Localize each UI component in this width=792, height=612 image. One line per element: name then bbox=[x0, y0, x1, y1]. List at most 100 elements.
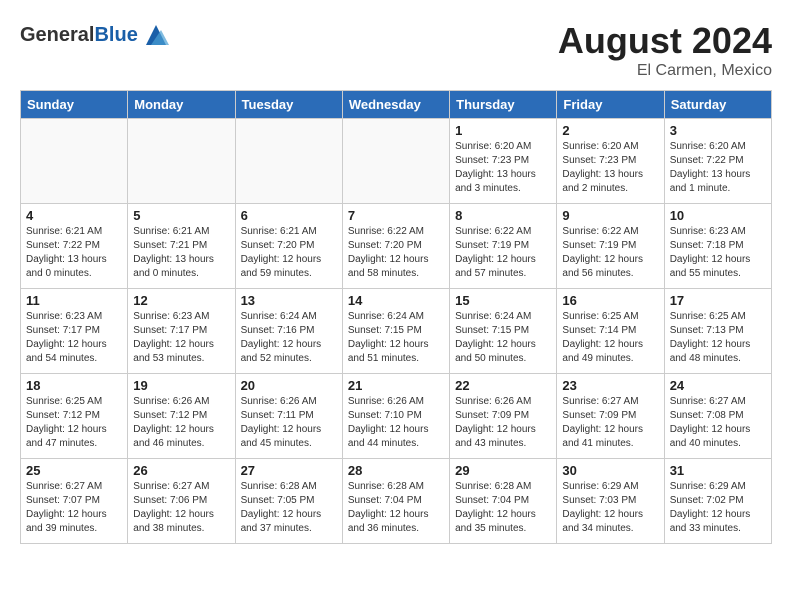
day-info: Sunrise: 6:23 AM Sunset: 7:17 PM Dayligh… bbox=[26, 310, 122, 366]
day-number: 19 bbox=[133, 378, 229, 393]
day-number: 28 bbox=[348, 463, 444, 478]
day-number: 30 bbox=[562, 463, 658, 478]
calendar-week-3: 11 Sunrise: 6:23 AM Sunset: 7:17 PM Dayli… bbox=[21, 289, 772, 374]
calendar-cell: 15 Sunrise: 6:24 AM Sunset: 7:15 PM Dayli… bbox=[450, 289, 557, 374]
day-number: 1 bbox=[455, 123, 551, 138]
calendar-cell: 14Sunrise: 6:24 AM Sunset: 7:15 PM Dayli… bbox=[342, 289, 449, 374]
day-number: 13 bbox=[241, 293, 337, 308]
calendar-cell: 29Sunrise: 6:28 AM Sunset: 7:04 PM Dayli… bbox=[450, 459, 557, 544]
weekday-header-wednesday: Wednesday bbox=[342, 91, 449, 119]
weekday-header-thursday: Thursday bbox=[450, 91, 557, 119]
calendar-cell: 10 Sunrise: 6:23 AM Sunset: 7:18 PM Dayli… bbox=[664, 204, 771, 289]
calendar-week-5: 25 Sunrise: 6:27 AM Sunset: 7:07 PM Dayli… bbox=[21, 459, 772, 544]
day-number: 14 bbox=[348, 293, 444, 308]
day-number: 23 bbox=[562, 378, 658, 393]
calendar-header-row: SundayMondayTuesdayWednesdayThursdayFrid… bbox=[21, 91, 772, 119]
day-info: Sunrise: 6:28 AM Sunset: 7:04 PM Dayligh… bbox=[348, 480, 444, 536]
day-info: Sunrise: 6:20 AM Sunset: 7:22 PM Dayligh… bbox=[670, 140, 766, 196]
day-number: 20 bbox=[241, 378, 337, 393]
calendar-cell: 21 Sunrise: 6:26 AM Sunset: 7:10 PM Dayli… bbox=[342, 374, 449, 459]
day-number: 8 bbox=[455, 208, 551, 223]
weekday-header-sunday: Sunday bbox=[21, 91, 128, 119]
day-number: 11 bbox=[26, 293, 122, 308]
day-number: 12 bbox=[133, 293, 229, 308]
day-info: Sunrise: 6:22 AM Sunset: 7:19 PM Dayligh… bbox=[562, 225, 658, 281]
day-info: Sunrise: 6:26 AM Sunset: 7:10 PM Dayligh… bbox=[348, 395, 444, 451]
day-number: 21 bbox=[348, 378, 444, 393]
weekday-header-monday: Monday bbox=[128, 91, 235, 119]
day-info: Sunrise: 6:21 AM Sunset: 7:20 PM Dayligh… bbox=[241, 225, 337, 281]
calendar-table: SundayMondayTuesdayWednesdayThursdayFrid… bbox=[20, 90, 772, 544]
day-info: Sunrise: 6:21 AM Sunset: 7:22 PM Dayligh… bbox=[26, 225, 122, 281]
calendar-cell: 8 Sunrise: 6:22 AM Sunset: 7:19 PM Daylig… bbox=[450, 204, 557, 289]
logo-general: General bbox=[20, 24, 94, 46]
calendar-cell: 28 Sunrise: 6:28 AM Sunset: 7:04 PM Dayli… bbox=[342, 459, 449, 544]
day-info: Sunrise: 6:24 AM Sunset: 7:15 PM Dayligh… bbox=[455, 310, 551, 366]
day-number: 6 bbox=[241, 208, 337, 223]
day-number: 22 bbox=[455, 378, 551, 393]
day-number: 4 bbox=[26, 208, 122, 223]
calendar-week-2: 4 Sunrise: 6:21 AM Sunset: 7:22 PM Daylig… bbox=[21, 204, 772, 289]
calendar-cell: 1 Sunrise: 6:20 AM Sunset: 7:23 PM Daylig… bbox=[450, 119, 557, 204]
day-number: 2 bbox=[562, 123, 658, 138]
weekday-header-saturday: Saturday bbox=[664, 91, 771, 119]
calendar-cell: 18Sunrise: 6:25 AM Sunset: 7:12 PM Dayli… bbox=[21, 374, 128, 459]
calendar-cell: 4 Sunrise: 6:21 AM Sunset: 7:22 PM Daylig… bbox=[21, 204, 128, 289]
logo: GeneralBlue bbox=[20, 20, 171, 50]
day-number: 10 bbox=[670, 208, 766, 223]
calendar-cell: 7 Sunrise: 6:22 AM Sunset: 7:20 PM Daylig… bbox=[342, 204, 449, 289]
day-info: Sunrise: 6:27 AM Sunset: 7:07 PM Dayligh… bbox=[26, 480, 122, 536]
day-info: Sunrise: 6:25 AM Sunset: 7:13 PM Dayligh… bbox=[670, 310, 766, 366]
day-number: 3 bbox=[670, 123, 766, 138]
page-header: GeneralBlue August 2024 El Carmen, Mexic… bbox=[20, 20, 772, 80]
day-info: Sunrise: 6:26 AM Sunset: 7:12 PM Dayligh… bbox=[133, 395, 229, 451]
day-info: Sunrise: 6:28 AM Sunset: 7:05 PM Dayligh… bbox=[241, 480, 337, 536]
calendar-cell: 25 Sunrise: 6:27 AM Sunset: 7:07 PM Dayli… bbox=[21, 459, 128, 544]
day-info: Sunrise: 6:22 AM Sunset: 7:19 PM Dayligh… bbox=[455, 225, 551, 281]
day-number: 27 bbox=[241, 463, 337, 478]
day-info: Sunrise: 6:25 AM Sunset: 7:12 PM Dayligh… bbox=[26, 395, 122, 451]
calendar-cell: 11 Sunrise: 6:23 AM Sunset: 7:17 PM Dayli… bbox=[21, 289, 128, 374]
day-info: Sunrise: 6:27 AM Sunset: 7:08 PM Dayligh… bbox=[670, 395, 766, 451]
day-number: 15 bbox=[455, 293, 551, 308]
calendar-cell: 24Sunrise: 6:27 AM Sunset: 7:08 PM Dayli… bbox=[664, 374, 771, 459]
calendar-cell: 20Sunrise: 6:26 AM Sunset: 7:11 PM Dayli… bbox=[235, 374, 342, 459]
day-info: Sunrise: 6:28 AM Sunset: 7:04 PM Dayligh… bbox=[455, 480, 551, 536]
day-info: Sunrise: 6:24 AM Sunset: 7:16 PM Dayligh… bbox=[241, 310, 337, 366]
day-info: Sunrise: 6:22 AM Sunset: 7:20 PM Dayligh… bbox=[348, 225, 444, 281]
month-year-title: August 2024 bbox=[558, 20, 772, 62]
day-info: Sunrise: 6:23 AM Sunset: 7:17 PM Dayligh… bbox=[133, 310, 229, 366]
day-number: 26 bbox=[133, 463, 229, 478]
day-number: 25 bbox=[26, 463, 122, 478]
day-info: Sunrise: 6:27 AM Sunset: 7:06 PM Dayligh… bbox=[133, 480, 229, 536]
day-number: 7 bbox=[348, 208, 444, 223]
calendar-cell: 23Sunrise: 6:27 AM Sunset: 7:09 PM Dayli… bbox=[557, 374, 664, 459]
calendar-cell: 27 Sunrise: 6:28 AM Sunset: 7:05 PM Dayli… bbox=[235, 459, 342, 544]
calendar-cell bbox=[21, 119, 128, 204]
logo-text: GeneralBlue bbox=[20, 24, 138, 47]
day-info: Sunrise: 6:20 AM Sunset: 7:23 PM Dayligh… bbox=[455, 140, 551, 196]
calendar-cell bbox=[235, 119, 342, 204]
calendar-cell: 3 Sunrise: 6:20 AM Sunset: 7:22 PM Daylig… bbox=[664, 119, 771, 204]
calendar-cell: 13 Sunrise: 6:24 AM Sunset: 7:16 PM Dayli… bbox=[235, 289, 342, 374]
day-info: Sunrise: 6:23 AM Sunset: 7:18 PM Dayligh… bbox=[670, 225, 766, 281]
calendar-cell: 12 Sunrise: 6:23 AM Sunset: 7:17 PM Dayli… bbox=[128, 289, 235, 374]
day-info: Sunrise: 6:25 AM Sunset: 7:14 PM Dayligh… bbox=[562, 310, 658, 366]
calendar-week-4: 18Sunrise: 6:25 AM Sunset: 7:12 PM Dayli… bbox=[21, 374, 772, 459]
calendar-cell: 26 Sunrise: 6:27 AM Sunset: 7:06 PM Dayli… bbox=[128, 459, 235, 544]
calendar-cell: 6 Sunrise: 6:21 AM Sunset: 7:20 PM Daylig… bbox=[235, 204, 342, 289]
calendar-cell: 31Sunrise: 6:29 AM Sunset: 7:02 PM Dayli… bbox=[664, 459, 771, 544]
calendar-cell: 17 Sunrise: 6:25 AM Sunset: 7:13 PM Dayli… bbox=[664, 289, 771, 374]
title-area: August 2024 El Carmen, Mexico bbox=[558, 20, 772, 80]
day-info: Sunrise: 6:29 AM Sunset: 7:02 PM Dayligh… bbox=[670, 480, 766, 536]
day-number: 16 bbox=[562, 293, 658, 308]
logo-icon bbox=[141, 20, 171, 50]
calendar-cell bbox=[342, 119, 449, 204]
calendar-cell bbox=[128, 119, 235, 204]
calendar-week-1: 1 Sunrise: 6:20 AM Sunset: 7:23 PM Daylig… bbox=[21, 119, 772, 204]
calendar-cell: 30Sunrise: 6:29 AM Sunset: 7:03 PM Dayli… bbox=[557, 459, 664, 544]
calendar-cell: 5Sunrise: 6:21 AM Sunset: 7:21 PM Daylig… bbox=[128, 204, 235, 289]
day-info: Sunrise: 6:20 AM Sunset: 7:23 PM Dayligh… bbox=[562, 140, 658, 196]
day-info: Sunrise: 6:21 AM Sunset: 7:21 PM Dayligh… bbox=[133, 225, 229, 281]
day-number: 17 bbox=[670, 293, 766, 308]
